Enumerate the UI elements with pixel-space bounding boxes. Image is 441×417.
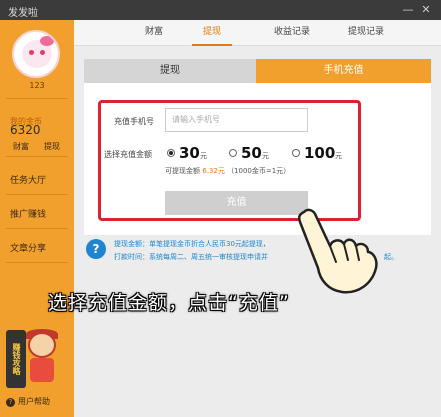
phone-label: 充值手机号: [114, 117, 154, 126]
amount-value: 30: [179, 144, 200, 162]
note-payment-time: 打款时间：系统每周二、周五统一审核提现申请并: [114, 253, 268, 261]
help-icon: ?: [6, 398, 15, 407]
amount-unit: 元: [335, 152, 342, 160]
available-value: 6.32元: [202, 167, 225, 175]
available-amount: 可提现金额 6.32元 （1000金币=1元）: [165, 166, 290, 176]
tab-wealth[interactable]: 财富: [134, 20, 174, 46]
user-id: 123: [29, 81, 45, 90]
window-title: 发发啦: [8, 8, 38, 19]
amount-option-30[interactable]: 30 元: [167, 144, 213, 162]
radio-selected-icon[interactable]: [167, 149, 175, 157]
minimize-button[interactable]: —: [401, 3, 415, 17]
radio-icon[interactable]: [292, 149, 300, 157]
subtab-phone-recharge[interactable]: 手机充值: [256, 59, 431, 83]
coin-value: 6320: [10, 123, 41, 137]
sidebar-divider: [6, 228, 68, 229]
subtab-bar: 提现 手机充值: [84, 59, 431, 83]
sidebar-divider: [6, 98, 68, 99]
sidebar-divider: [6, 194, 68, 195]
avatar-eye-icon: [40, 50, 45, 55]
sidebar-item-promote[interactable]: 推广赚钱: [0, 204, 74, 226]
tab-earnings-record[interactable]: 收益记录: [264, 20, 320, 46]
tab-withdraw-record[interactable]: 提现记录: [338, 20, 394, 46]
sidebar-link-withdraw[interactable]: 提现: [44, 141, 60, 152]
sidebar-divider: [6, 262, 68, 263]
amount-value: 100: [304, 144, 336, 162]
note-tail: 起。: [384, 253, 398, 261]
pointing-hand-icon: [297, 208, 378, 294]
radio-icon[interactable]: [229, 149, 237, 157]
info-icon: ?: [86, 239, 106, 259]
sidebar-item-article-share[interactable]: 文章分享: [0, 238, 74, 260]
amount-value: 50: [241, 144, 262, 162]
amount-option-50[interactable]: 50 元: [229, 144, 275, 162]
amount-option-100[interactable]: 100 元: [292, 144, 348, 162]
mascot-icon: [22, 329, 62, 390]
avatar-eye-icon: [29, 50, 34, 55]
amount-unit: 元: [200, 152, 207, 160]
sidebar-divider: [6, 156, 68, 157]
sidebar-item-task-hall[interactable]: 任务大厅: [0, 170, 74, 192]
instruction-caption: 选择充值金额，点击“充值”: [48, 292, 290, 314]
tab-bar: 财富 提现 收益记录 提现记录: [74, 20, 441, 46]
help-label: 用户帮助: [18, 397, 50, 406]
main-content: 财富 提现 收益记录 提现记录 提现 手机充值 充值手机号 请输入手机号 选择充…: [74, 20, 441, 417]
avatar-bow-icon: [40, 36, 54, 46]
exchange-rate-note: （1000金币=1元）: [227, 167, 291, 175]
recharge-button[interactable]: 充值: [165, 191, 308, 215]
title-bar: 发发啦 — ✕: [0, 0, 441, 20]
help-link[interactable]: ? 用户帮助: [0, 396, 74, 407]
amount-unit: 元: [262, 152, 269, 160]
sidebar-link-wealth[interactable]: 财富: [13, 141, 29, 152]
note-withdraw-amount: 提现金额：单笔提现金币折合人民币30元起提现，: [114, 240, 270, 248]
phone-input[interactable]: 请输入手机号: [165, 108, 308, 132]
subtab-withdraw[interactable]: 提现: [84, 59, 256, 83]
amount-label: 选择充值金额: [104, 150, 152, 159]
sidebar: 123 我的金币 6320 财富 提现 任务大厅 推广赚钱 文章分享 赚钱攻略 …: [0, 20, 74, 417]
available-label: 可提现金额: [165, 167, 200, 175]
avatar[interactable]: [12, 30, 60, 78]
close-button[interactable]: ✕: [419, 3, 433, 17]
tab-withdraw[interactable]: 提现: [192, 20, 232, 46]
